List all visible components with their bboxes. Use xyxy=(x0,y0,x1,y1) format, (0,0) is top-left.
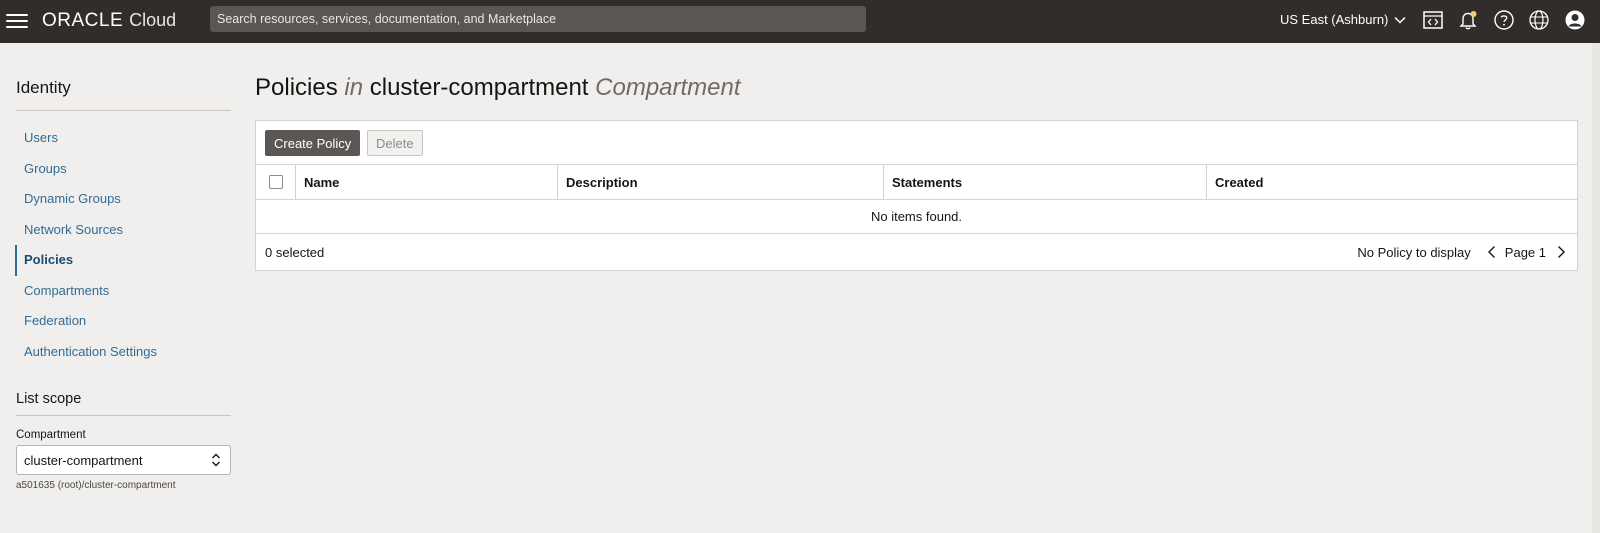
sidebar-item-authentication-settings[interactable]: Authentication Settings xyxy=(15,337,231,368)
sidebar-item-dynamic-groups[interactable]: Dynamic Groups xyxy=(15,184,231,215)
page-title-compartment: cluster-compartment xyxy=(369,74,589,101)
sidebar-item-compartments[interactable]: Compartments xyxy=(15,276,231,307)
chevron-up-down-icon xyxy=(212,453,220,467)
policies-table-panel: Create Policy Delete Name Description St… xyxy=(255,120,1578,271)
oracle-cloud-logo[interactable]: ORACLE Cloud xyxy=(42,10,176,32)
compartment-select-value: cluster-compartment xyxy=(24,452,143,468)
sidebar-item-network-sources[interactable]: Network Sources xyxy=(15,215,231,246)
sidebar-item-groups[interactable]: Groups xyxy=(15,154,231,185)
chevron-down-icon xyxy=(1394,16,1406,24)
globe-icon[interactable] xyxy=(1528,9,1550,31)
sidebar-item-users[interactable]: Users xyxy=(15,123,231,154)
page-title: Policies in cluster-compartment Compartm… xyxy=(255,74,741,102)
help-icon[interactable] xyxy=(1493,9,1515,31)
column-header-description[interactable]: Description xyxy=(558,165,884,199)
bell-icon[interactable] xyxy=(1457,9,1479,31)
column-header-statements[interactable]: Statements xyxy=(884,165,1207,199)
pagination: No Policy to display Page 1 xyxy=(1357,245,1568,260)
page-scrollbar[interactable] xyxy=(1592,43,1600,533)
logo-cloud-text: Cloud xyxy=(129,10,177,30)
page-number: Page 1 xyxy=(1504,244,1546,260)
logo-oracle-text: ORACLE xyxy=(42,10,124,31)
chevron-right-icon[interactable] xyxy=(1554,245,1568,259)
sidebar-item-policies[interactable]: Policies xyxy=(15,245,231,276)
search-placeholder: Search resources, services, documentatio… xyxy=(217,12,557,26)
column-header-name[interactable]: Name xyxy=(296,165,558,199)
sidebar-nav: Users Groups Dynamic Groups Network Sour… xyxy=(15,123,231,368)
compartment-label: Compartment xyxy=(16,429,86,441)
delete-button[interactable]: Delete xyxy=(367,130,423,156)
search-input[interactable]: Search resources, services, documentatio… xyxy=(210,6,866,32)
page-title-in: in xyxy=(344,74,364,101)
sidebar-item-federation[interactable]: Federation xyxy=(15,306,231,337)
code-editor-icon[interactable] xyxy=(1422,9,1444,31)
top-bar: ORACLE Cloud Search resources, services,… xyxy=(0,0,1600,43)
select-all-cell xyxy=(256,165,296,199)
region-selector[interactable]: US East (Ashburn) xyxy=(1280,12,1406,27)
table-toolbar: Create Policy Delete xyxy=(256,121,1577,165)
user-icon[interactable] xyxy=(1564,9,1586,31)
table-header: Name Description Statements Created xyxy=(256,165,1577,200)
region-label: US East (Ashburn) xyxy=(1280,12,1389,27)
menu-icon[interactable] xyxy=(6,11,28,31)
list-scope-title: List scope xyxy=(16,391,231,416)
empty-state-message: No items found. xyxy=(256,200,1577,234)
page-title-suffix: Compartment xyxy=(595,74,741,101)
compartment-select[interactable]: cluster-compartment xyxy=(16,445,231,475)
compartment-path: a501635 (root)/cluster-compartment xyxy=(16,480,176,491)
page-title-prefix: Policies xyxy=(255,74,338,101)
create-policy-button[interactable]: Create Policy xyxy=(265,130,361,156)
sidebar-title: Identity xyxy=(16,78,231,111)
display-info: No Policy to display xyxy=(1357,244,1471,260)
sidebar: Identity Users Groups Dynamic Groups Net… xyxy=(15,78,231,491)
select-all-checkbox[interactable] xyxy=(268,175,283,189)
chevron-left-icon[interactable] xyxy=(1485,245,1499,259)
selected-count: 0 selected xyxy=(265,244,325,260)
column-header-created[interactable]: Created xyxy=(1207,165,1577,199)
table-footer: 0 selected No Policy to display Page 1 xyxy=(256,234,1577,270)
